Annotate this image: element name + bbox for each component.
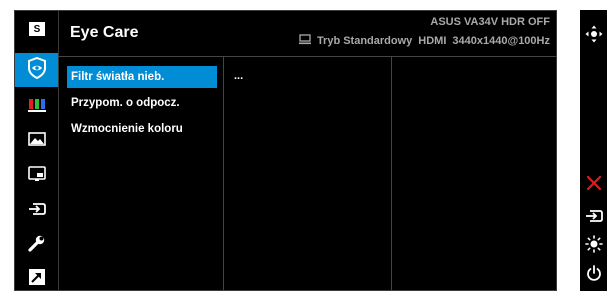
menu-item-color-augmentation[interactable]: Wzmocnienie koloru	[67, 118, 217, 140]
header: Eye Care ASUS VA34V HDR OFF Tryb Standar…	[58, 11, 556, 57]
input-button[interactable]	[580, 206, 607, 230]
sidebar-item-input-select[interactable]	[15, 194, 58, 228]
sidebar-item-shortcut[interactable]	[15, 262, 58, 296]
power-button[interactable]	[580, 263, 607, 287]
hotkey-bar	[580, 10, 607, 291]
sidebar-item-splendid[interactable]: S	[15, 14, 58, 48]
menu-column: Filtr światła nieb. Przypom. o odpocz. W…	[58, 57, 224, 290]
image-icon	[27, 131, 46, 151]
menu-item-blue-light-filter[interactable]: Filtr światła nieb.	[67, 66, 217, 88]
status-line: Tryb Standardowy HDMI 3440x1440@100Hz	[298, 34, 550, 48]
sidebar-item-color[interactable]	[15, 90, 58, 124]
shortcut-icon	[28, 268, 46, 291]
sidebar-item-eye-care[interactable]	[15, 53, 58, 87]
pip-icon	[27, 165, 46, 187]
navigate-joystick-button[interactable]	[580, 24, 607, 48]
monitor-icon	[298, 34, 311, 48]
sidebar-item-pip[interactable]	[15, 159, 58, 193]
sidebar-item-image[interactable]	[15, 124, 58, 158]
system-setup-icon	[27, 234, 46, 257]
mode-label: Tryb Standardowy	[316, 35, 413, 47]
resolution-label: 3440x1440@100Hz	[452, 35, 550, 47]
submenu-column: ...	[224, 57, 392, 290]
close-icon	[586, 175, 602, 196]
brightness-button[interactable]	[580, 234, 607, 258]
splendid-icon: S	[28, 21, 46, 42]
input-select-icon	[28, 202, 46, 221]
color-icon	[27, 97, 47, 118]
navigate-joystick-icon	[585, 25, 603, 48]
osd-panel: S Eye Care ASUS VA34V HDR OFF Tryb Stand…	[14, 10, 557, 291]
input-icon	[585, 209, 603, 228]
eye-care-icon	[26, 56, 48, 84]
svg-text:S: S	[33, 24, 40, 35]
page-title: Eye Care	[70, 24, 139, 41]
model-info: ASUS VA34V HDR OFF	[430, 16, 550, 28]
input-label: HDMI	[418, 35, 447, 47]
sidebar-item-system-setup[interactable]	[15, 228, 58, 262]
brightness-icon	[584, 234, 603, 258]
close-button[interactable]	[580, 173, 607, 197]
menu-item-rest-reminder[interactable]: Przypom. o odpocz.	[67, 92, 217, 114]
sidebar: S	[15, 11, 59, 290]
power-icon	[586, 264, 602, 286]
submenu-value[interactable]: ...	[234, 70, 243, 82]
